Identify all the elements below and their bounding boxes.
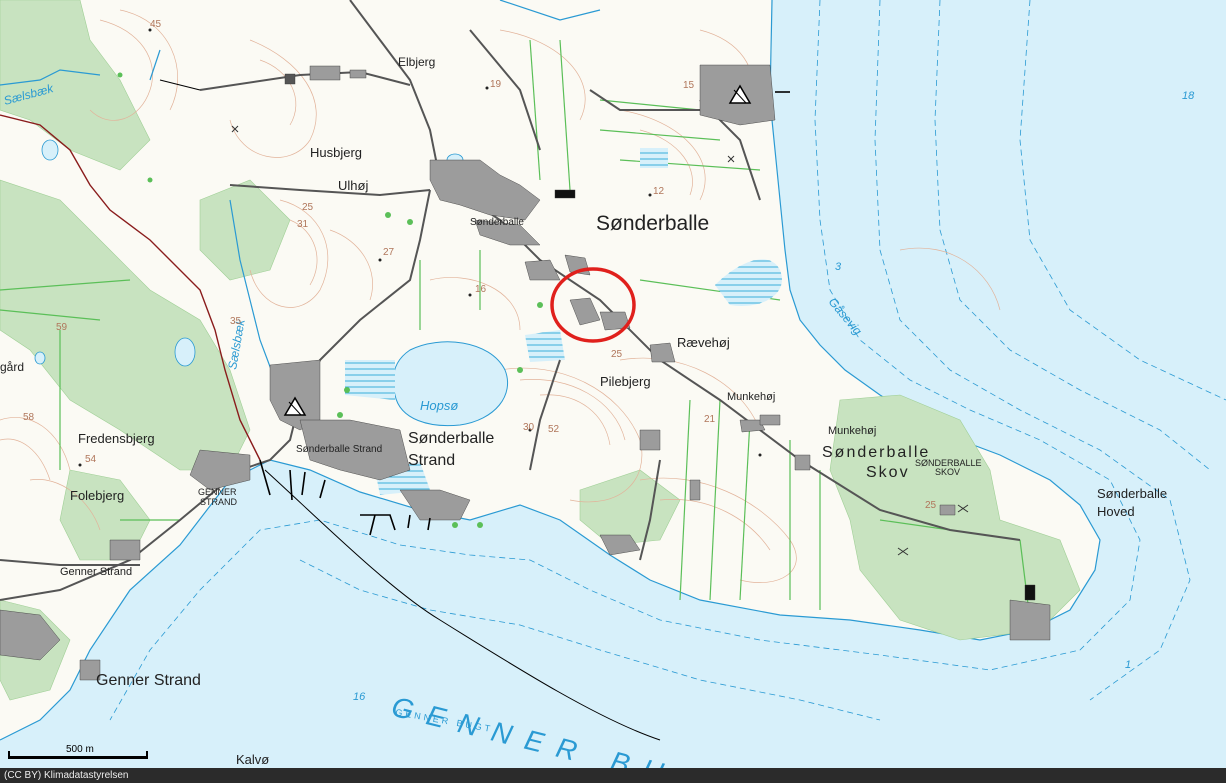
label-sonderballe-skov-2: Skov [866,464,910,481]
svg-text:3: 3 [835,261,842,273]
label-genner-strand-small-1: GENNER [198,487,237,497]
svg-text:18: 18 [1182,90,1195,102]
label-genner-strand: Genner Strand [96,672,201,689]
topographic-map[interactable]: Elbjerg Husbjerg Ulhøj Sønderballe Sønde… [0,0,1226,768]
label-elbjerg: Elbjerg [398,55,435,69]
svg-text:31: 31 [297,219,309,230]
label-munkehoj-forest: Munkehøj [828,425,876,437]
label-hopso: Hopsø [420,398,458,413]
svg-text:25: 25 [302,202,314,213]
label-folebjerg: Folebjerg [70,488,124,503]
label-pilebjerg: Pilebjerg [600,374,651,389]
svg-text:21: 21 [704,414,716,425]
svg-text:35: 35 [230,316,242,327]
lake-hopso [392,341,509,427]
attribution-footer: (CC BY) Klimadatastyrelsen [0,768,1226,783]
label-sonderballe-small: Sønderballe [470,217,524,228]
label-raevehoj: Rævehøj [677,335,730,350]
scale-tick-right [146,751,148,759]
label-ulhoj: Ulhøj [338,178,368,193]
svg-text:25: 25 [925,500,937,511]
label-sonderballe-skov-small-2: SKOV [935,467,960,477]
svg-text:45: 45 [150,19,162,30]
label-munkehoj: Munkehøj [727,391,775,403]
label-genner-strand-road: Genner Strand [60,566,132,578]
attribution-text: (CC BY) Klimadatastyrelsen [4,770,129,781]
scale-bar: 500 m [8,744,158,760]
scale-bar-line [8,756,148,759]
svg-text:54: 54 [85,454,97,465]
label-sonderballe-strand-small: Sønderballe Strand [296,444,382,455]
label-sonderballe: Sønderballe [596,212,709,235]
label-sonderballe-strand-1: Sønderballe [408,430,494,447]
svg-text:58: 58 [23,412,35,423]
svg-text:16: 16 [353,691,366,703]
label-fredensbjerg: Fredensbjerg [78,431,155,446]
label-gard: gård [0,360,24,374]
label-kalvo: Kalvø [236,752,269,767]
label-sonderballe-hoved-2: Hoved [1097,504,1135,519]
svg-text:52: 52 [548,424,560,435]
scale-label: 500 m [66,744,94,755]
svg-text:16: 16 [475,284,487,295]
svg-text:30: 30 [523,422,535,433]
svg-text:12: 12 [653,186,665,197]
svg-text:15: 15 [683,80,695,91]
label-sonderballe-hoved-1: Sønderballe [1097,486,1167,501]
svg-text:27: 27 [383,247,395,258]
label-genner-strand-small-2: STRAND [200,497,238,507]
svg-text:1: 1 [1125,659,1131,671]
svg-text:59: 59 [56,322,68,333]
svg-text:19: 19 [490,79,502,90]
svg-text:25: 25 [611,349,623,360]
label-husbjerg: Husbjerg [310,145,362,160]
label-sonderballe-strand-2: Strand [408,452,455,469]
